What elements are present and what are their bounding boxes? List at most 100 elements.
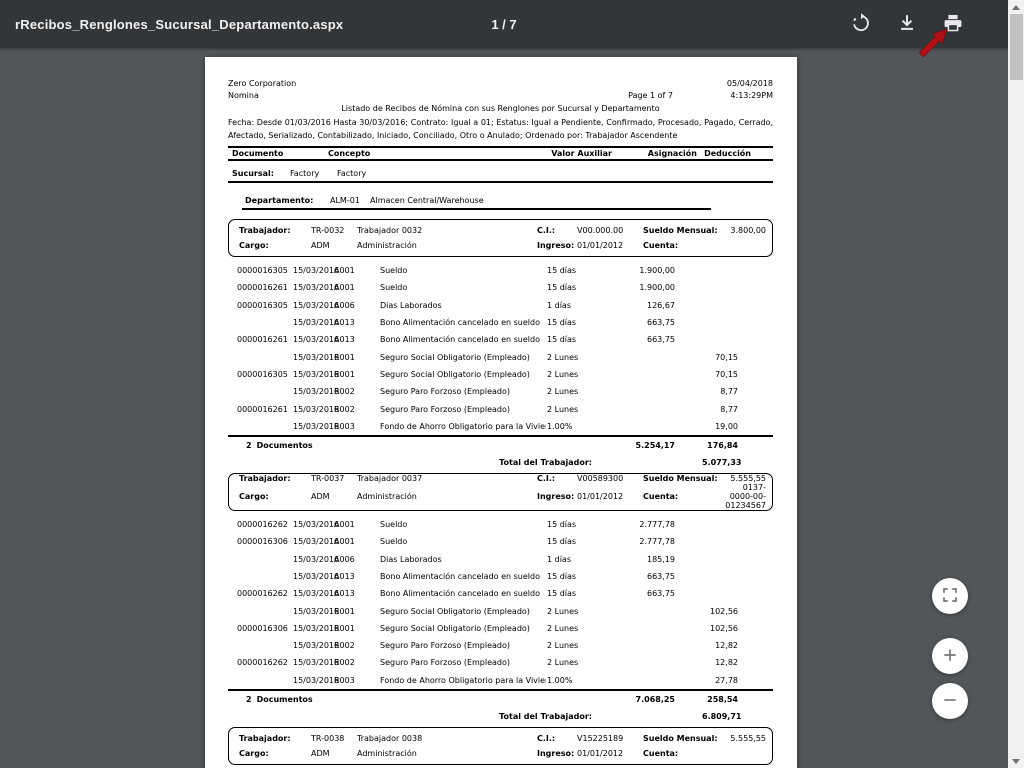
fit-to-page-icon <box>941 586 959 607</box>
cell-concepto: Bono Alimentación cancelado en sueldo <box>380 335 540 345</box>
sucursal-row: Sucursal: Factory Factory <box>228 168 773 183</box>
cell-valor: 15 días <box>547 335 577 345</box>
cell-concepto: Sueldo <box>380 537 408 547</box>
col-concepto: Concepto <box>328 149 371 158</box>
cell-asignacion: 663,75 <box>647 589 675 599</box>
col-asignacion: Asignación <box>647 149 697 158</box>
sueldo-label: Sueldo Mensual: <box>643 226 718 235</box>
cell-concepto: Seguro Social Obligatorio (Empleado) <box>380 623 530 633</box>
cell-documento: 0000016305 <box>237 300 288 310</box>
cell-documento: 0000016262 <box>237 658 288 668</box>
cell-asignacion: 2.777,78 <box>639 537 675 547</box>
cell-fecha: 15/03/2016 <box>293 369 340 379</box>
worker-info-box: Trabajador: TR-0037 Trabajador 0037 C.I.… <box>228 472 773 511</box>
report-filters: Fecha: Desde 01/03/2016 Hasta 30/03/2016… <box>228 118 773 140</box>
sucursal-code: Factory <box>290 169 320 178</box>
cell-valor: 2 Lunes <box>547 404 579 414</box>
cell-asignacion: 1.900,00 <box>639 283 675 293</box>
cell-valor: 2 Lunes <box>547 606 579 616</box>
worker-name: Trabajador 0038 <box>357 733 423 743</box>
cell-deduccion: 27,78 <box>715 675 738 685</box>
zoom-in-button[interactable] <box>932 638 968 674</box>
cell-fecha: 15/03/2016 <box>293 658 340 668</box>
module-name: Nomina <box>228 91 259 100</box>
cell-fecha: 15/03/2016 <box>293 675 340 685</box>
documents-total-row: 2 Documentos 5.254,17 176,84 <box>228 437 773 454</box>
table-row: 15/03/2016 R001 Seguro Social Obligatori… <box>228 602 773 619</box>
viewer-toolbar: rRecibos_Renglones_Sucursal_Departamento… <box>0 0 1008 48</box>
cell-codigo: A001 <box>334 266 355 276</box>
cell-documento: 0000016262 <box>237 589 288 599</box>
col-deduccion: Deducción <box>704 149 751 158</box>
cell-concepto: Seguro Social Obligatorio (Empleado) <box>380 352 530 362</box>
ci-label: C.I.: <box>537 226 556 235</box>
cell-concepto: Sueldo <box>380 520 408 530</box>
workers-container: Trabajador: TR-0032 Trabajador 0032 C.I.… <box>228 219 773 765</box>
worker-code: TR-0032 <box>311 226 345 235</box>
worker-section: Trabajador: TR-0038 Trabajador 0038 C.I.… <box>228 726 773 765</box>
col-valor-auxiliar: Valor Auxiliar <box>551 149 612 158</box>
sucursal-label: Sucursal: <box>232 169 274 178</box>
departamento-label: Departamento: <box>245 196 314 205</box>
table-row: 0000016305 15/03/2016 A006 Dias Laborado… <box>228 297 773 314</box>
worker-ingreso: 01/01/2012 <box>577 491 624 501</box>
worker-ci: V00.000.00 <box>577 226 624 235</box>
cuenta-label: Cuenta: <box>643 491 679 501</box>
cell-concepto: Seguro Social Obligatorio (Empleado) <box>380 606 530 616</box>
cell-codigo: R001 <box>334 352 355 362</box>
rotate-button[interactable] <box>849 12 873 36</box>
cell-fecha: 15/03/2016 <box>293 335 340 345</box>
cell-valor: 2 Lunes <box>547 658 579 668</box>
documents-total-row: 2 Documentos 7.068,25 258,54 <box>228 691 773 708</box>
cell-deduccion: 8,77 <box>720 404 738 414</box>
worker-total-row: Total del Trabajador: 5.077,33 <box>228 454 773 471</box>
cell-deduccion: 70,15 <box>715 352 738 362</box>
cargo-name: Administración <box>357 241 417 250</box>
table-row: 0000016306 15/03/2016 R001 Seguro Social… <box>228 620 773 637</box>
cell-asignacion: 1.900,00 <box>639 266 675 276</box>
cell-asignacion: 663,75 <box>647 318 675 328</box>
scroll-up-arrow-icon[interactable] <box>1008 0 1024 14</box>
download-icon <box>896 12 918 37</box>
cell-deduccion: 102,56 <box>710 606 738 616</box>
cell-codigo: R001 <box>334 606 355 616</box>
cargo-code: ADM <box>311 491 330 501</box>
scrollbar-thumb[interactable] <box>1010 14 1023 80</box>
cell-codigo: R002 <box>334 641 355 651</box>
cell-valor: 15 días <box>547 572 577 581</box>
cell-valor: 15 días <box>547 520 577 530</box>
zoom-out-button[interactable] <box>932 683 968 719</box>
cargo-label: Cargo: <box>239 241 269 250</box>
worker-info-box: Trabajador: TR-0038 Trabajador 0038 C.I.… <box>228 726 773 765</box>
cell-fecha: 15/03/2016 <box>293 352 340 362</box>
scroll-down-arrow-icon[interactable] <box>1008 754 1024 768</box>
cell-concepto: Seguro Paro Forzoso (Empleado) <box>380 404 511 414</box>
cargo-code: ADM <box>311 241 330 250</box>
column-header-row: Documento Concepto Valor Auxiliar Asigna… <box>228 146 773 161</box>
detail-rows: 0000016305 15/03/2016 A001 Sueldo 15 día… <box>228 262 773 435</box>
company-name: Zero Corporation <box>228 79 297 88</box>
page-label: Page 1 of 7 <box>628 91 673 100</box>
cell-valor: 2 Lunes <box>547 387 579 397</box>
cell-deduccion: 8,77 <box>720 387 738 397</box>
cell-valor: 1.00% <box>547 421 573 431</box>
worker-section: Trabajador: TR-0032 Trabajador 0032 C.I.… <box>228 219 773 471</box>
cell-codigo: A013 <box>334 335 355 345</box>
cell-concepto: Sueldo <box>380 283 408 293</box>
table-row: 0000016262 15/03/2016 A013 Bono Alimenta… <box>228 585 773 602</box>
cell-concepto: Fondo de Ahorro Obligatorio para la Vivi… <box>380 421 546 431</box>
table-row: 15/03/2016 A013 Bono Alimentación cancel… <box>228 568 773 585</box>
table-row: 0000016262 15/03/2016 R002 Seguro Paro F… <box>228 654 773 671</box>
cell-asignacion: 663,75 <box>647 335 675 345</box>
worker-sueldo: 5.555,55 <box>730 473 766 483</box>
fit-to-page-button[interactable] <box>932 578 968 614</box>
cell-concepto: Seguro Paro Forzoso (Empleado) <box>380 387 511 397</box>
sueldo-label: Sueldo Mensual: <box>643 733 718 743</box>
cell-fecha: 15/03/2016 <box>293 404 340 414</box>
table-row: 15/03/2016 R002 Seguro Paro Forzoso (Emp… <box>228 383 773 400</box>
cargo-label: Cargo: <box>239 748 269 758</box>
cell-codigo: R002 <box>334 658 355 668</box>
vertical-scrollbar[interactable] <box>1008 0 1024 768</box>
cell-documento: 0000016262 <box>237 520 288 530</box>
cell-codigo: R002 <box>334 387 355 397</box>
